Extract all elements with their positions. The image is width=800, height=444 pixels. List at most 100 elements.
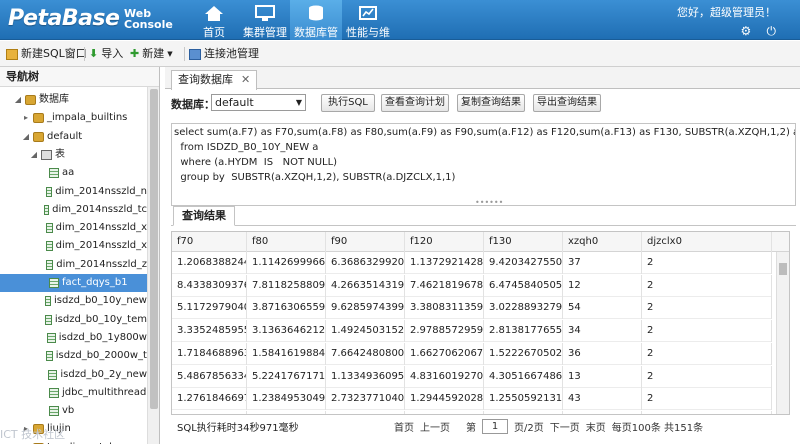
copy-results-button[interactable]: 复制查询结果 [457, 94, 525, 112]
tab-query-database[interactable]: 查询数据库 ✕ [171, 70, 258, 90]
sql-editor[interactable]: select sum(a.F7) as F70,sum(a.F8) as F80… [171, 123, 796, 206]
tree-item[interactable]: isdzd_b0_10y_tem [0, 311, 147, 329]
table-row[interactable]: 1.2761846697...1.2384953049...2.73237710… [172, 388, 772, 411]
expand-icon[interactable]: ▸ [22, 109, 30, 127]
database-icon [33, 131, 44, 142]
table-cell: 1.1372921428... [405, 252, 484, 274]
sql-line: select sum(a.F7) as F70,sum(a.F8) as F80… [174, 127, 795, 138]
tree-item[interactable]: ▸ _impala_builtins [0, 109, 147, 127]
results-grid-header: f70 f80 f90 f120 f130 xzqh0 djzclx0 [172, 232, 789, 252]
logo-sub-console: Console [124, 18, 173, 31]
nav-performance[interactable]: 性能与维护 [342, 0, 394, 55]
navtree-scroll-thumb[interactable] [150, 89, 158, 409]
header-bar: PetaBase Web Console 首页 集群管理 数据库管理 性能与维护… [0, 0, 800, 55]
tab-query-results[interactable]: 查询结果 [173, 206, 235, 226]
import-button[interactable]: ⬇ 导入 [89, 46, 123, 62]
tree-item[interactable]: vb [0, 402, 147, 420]
table-cell: 727963.20000... [326, 410, 405, 414]
table-cell: 1.5841619884... [247, 342, 326, 365]
tree-item[interactable]: ◢ 表 [0, 146, 147, 164]
table-icon [49, 406, 59, 417]
table-row[interactable]: 1.7184688963...1.5841619884...7.66424808… [172, 342, 772, 365]
settings-icon[interactable]: ⚙ [740, 24, 751, 38]
table-cell: 2 [642, 297, 772, 320]
collapse-icon[interactable]: ◢ [14, 91, 22, 109]
watermark: ICT 技术社区 [0, 428, 66, 441]
table-row[interactable]: 1.2068388244...1.1142699966...6.36863299… [172, 252, 772, 274]
first-page-link[interactable]: 首页 [394, 419, 414, 434]
table-icon [48, 369, 58, 380]
table-icon [49, 168, 59, 179]
column-header[interactable]: f120 [405, 232, 484, 252]
tree-item[interactable]: dim_2014nsszld_x [0, 237, 147, 255]
tree-item-label: isdzd_b0_2000w_t [55, 350, 147, 362]
last-page-link[interactable]: 末页 [586, 419, 606, 434]
tree-item[interactable]: isdzd_b0_2y_new [0, 366, 147, 384]
table-cell: 3.1363646212... [247, 320, 326, 343]
tree-item[interactable]: isdzd_b0_10y_new [0, 292, 147, 310]
tree-item[interactable]: dim_2014nsszld_tc [0, 201, 147, 219]
tree-item[interactable]: ◢ 数据库 [0, 91, 147, 109]
results-scrollbar[interactable] [776, 252, 789, 414]
view-query-plan-button[interactable]: 查看查询计划 [381, 94, 449, 112]
nav-database[interactable]: 数据库管理 [290, 0, 342, 55]
tree-item-label: fact_dqys_b1 [62, 277, 128, 288]
next-page-link[interactable]: 下一页 [550, 419, 580, 434]
page-number-input[interactable]: 1 [482, 418, 508, 434]
database-icon [33, 113, 44, 124]
table-cell: 4.3051667486... [484, 365, 563, 388]
table-row[interactable]: 3.3352485955...3.1363646212...1.49245031… [172, 320, 772, 343]
tree-item[interactable]: ◢ default [0, 128, 147, 146]
toolbar: 新建SQL窗口 ⬇ 导入 ✚ 新建 ▼ 连接池管理 [0, 41, 800, 67]
tree-item-label: isdzd_b0_2y_new [60, 368, 147, 380]
logo-text: PetaBase [8, 6, 120, 31]
main-panel: 查询数据库 ✕ 数据库： default ▼ 执行SQL 查看查询计划 复制查询结… [165, 67, 800, 444]
sql-line: from ISDZD_B0_10Y_NEW a [174, 142, 319, 153]
prev-page-link[interactable]: 上一页 [420, 419, 450, 434]
column-header[interactable]: f70 [172, 232, 247, 252]
column-header[interactable]: f80 [247, 232, 326, 252]
tree-item[interactable]: jdbc_multithread [0, 384, 147, 402]
table-row[interactable]: 5.1172979040...3.8716306559...9.62859743… [172, 297, 772, 320]
table-cell: 13 [563, 365, 642, 388]
chevron-down-icon: ▼ [167, 50, 173, 58]
navtree-scrollbar[interactable] [147, 87, 159, 444]
tree-item[interactable]: isdzd_b0_1y800w [0, 329, 147, 347]
collapse-icon[interactable]: ◢ [30, 146, 38, 164]
tree-item[interactable]: fact_dqys_b1 [0, 274, 147, 292]
table-row[interactable]: 5.2893522719...5.1312195359...727963.200… [172, 410, 772, 414]
database-select[interactable]: default ▼ [211, 94, 306, 111]
execute-sql-button[interactable]: 执行SQL [321, 94, 375, 112]
connection-pool-button[interactable]: 连接池管理 [189, 46, 259, 62]
tree-item[interactable]: aa [0, 164, 147, 182]
nav-cluster[interactable]: 集群管理 [240, 0, 290, 40]
column-header[interactable]: djzclx0 [642, 232, 772, 252]
nav-home[interactable]: 首页 [196, 0, 232, 40]
table-row[interactable]: 5.4867856334...5.2241767171...1.13349360… [172, 365, 772, 388]
editor-tabstrip: 查询数据库 ✕ [165, 67, 800, 90]
results-scroll-thumb[interactable] [779, 263, 787, 275]
new-button[interactable]: ✚ 新建 ▼ [130, 46, 173, 62]
table-cell: 7.8118258809... [247, 274, 326, 297]
tree-item[interactable]: dim_2014nsszld_z [0, 256, 147, 274]
new-sql-window-button[interactable]: 新建SQL窗口 [6, 46, 87, 62]
database-icon [25, 95, 36, 105]
power-icon[interactable]: ⏻ [767, 24, 777, 38]
home-icon [205, 6, 223, 21]
app-logo[interactable]: PetaBase Web Console [8, 6, 173, 31]
close-icon[interactable]: ✕ [241, 73, 250, 86]
table-cell: 2.8138177655... [484, 320, 563, 343]
import-icon: ⬇ [89, 47, 99, 60]
tree-item-label: dim_2014nsszld_n [55, 185, 147, 197]
column-header[interactable]: xzqh0 [563, 232, 642, 252]
column-header[interactable]: f130 [484, 232, 563, 252]
table-cell: 2 [642, 342, 772, 365]
collapse-icon[interactable]: ◢ [22, 128, 30, 146]
tree-item[interactable]: dim_2014nsszld_n [0, 183, 147, 201]
export-results-button[interactable]: 导出查询结果 [533, 94, 601, 112]
tree-item[interactable]: isdzd_b0_2000w_t [0, 347, 147, 365]
table-cell: 2.9788572959... [405, 320, 484, 343]
column-header[interactable]: f90 [326, 232, 405, 252]
table-row[interactable]: 8.4338309376...7.8118258809...4.26635143… [172, 274, 772, 297]
tree-item[interactable]: dim_2014nsszld_x [0, 219, 147, 237]
